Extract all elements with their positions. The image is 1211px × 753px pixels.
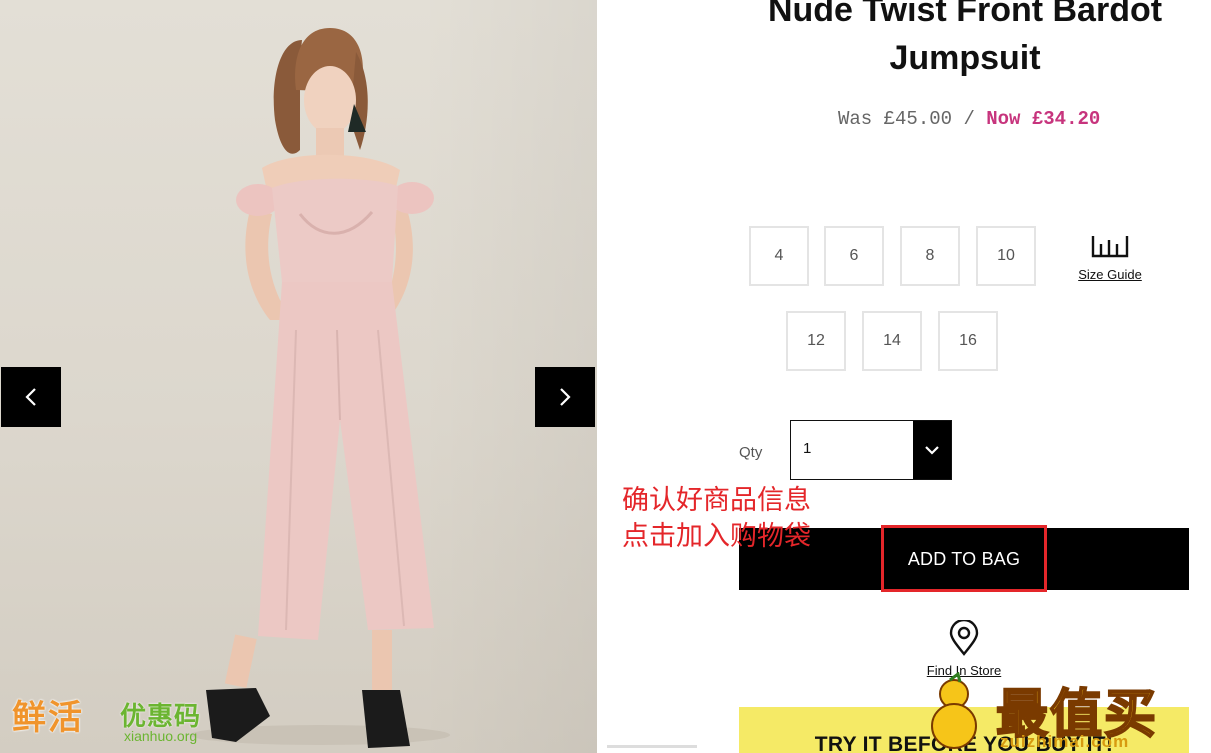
qty-label: Qty bbox=[739, 444, 763, 461]
product-title-line1: Nude Twist Front Bardot bbox=[767, 0, 1163, 29]
annotation-line1: 确认好商品信息 bbox=[622, 485, 811, 515]
size-option-6[interactable]: 6 bbox=[824, 226, 884, 286]
watermark-left-brand-a: 鲜活 bbox=[12, 698, 84, 738]
size-guide-label: Size Guide bbox=[1078, 267, 1142, 282]
quantity-value: 1 bbox=[803, 440, 812, 457]
divider bbox=[607, 745, 697, 748]
quantity-select[interactable]: 1 bbox=[790, 420, 952, 480]
was-price: Was £45.00 bbox=[838, 108, 953, 130]
product-photo-model bbox=[190, 28, 450, 748]
size-option-16[interactable]: 16 bbox=[938, 311, 998, 371]
annotation-line2: 点击加入购物袋 bbox=[622, 521, 811, 551]
gourd-logo-icon bbox=[931, 672, 977, 749]
price-separator: / bbox=[963, 108, 975, 130]
chevron-down-icon bbox=[913, 421, 951, 479]
chevron-right-icon bbox=[560, 388, 571, 406]
chevron-left-icon bbox=[25, 388, 36, 406]
watermark-left-domain: xianhuo.org bbox=[124, 728, 198, 744]
gallery-prev-button[interactable] bbox=[1, 367, 61, 427]
size-option-12[interactable]: 12 bbox=[786, 311, 846, 371]
instruction-annotation: 确认好商品信息 点击加入购物袋 bbox=[622, 482, 811, 554]
product-price: Was £45.00 / Now £34.20 bbox=[838, 106, 1100, 132]
watermark-right: 最值买 zuizhimai.com bbox=[920, 670, 1210, 753]
product-image-gallery bbox=[0, 0, 597, 753]
size-option-4[interactable]: 4 bbox=[749, 226, 809, 286]
product-title: Nude Twist Front Bardot Jumpsuit bbox=[700, 0, 1211, 82]
product-title-line2: Jumpsuit bbox=[889, 39, 1041, 77]
location-pin-icon bbox=[949, 618, 979, 656]
size-guide-link[interactable]: Size Guide bbox=[1070, 232, 1150, 282]
size-option-8[interactable]: 8 bbox=[900, 226, 960, 286]
sale-price: Now £34.20 bbox=[986, 108, 1101, 130]
ruler-icon bbox=[1091, 236, 1129, 258]
watermark-right-domain: zuizhimai.com bbox=[1000, 732, 1130, 751]
size-option-10[interactable]: 10 bbox=[976, 226, 1036, 286]
watermark-left: 鲜活 优惠码 xianhuo.org bbox=[8, 686, 228, 748]
size-option-14[interactable]: 14 bbox=[862, 311, 922, 371]
gallery-next-button[interactable] bbox=[535, 367, 595, 427]
